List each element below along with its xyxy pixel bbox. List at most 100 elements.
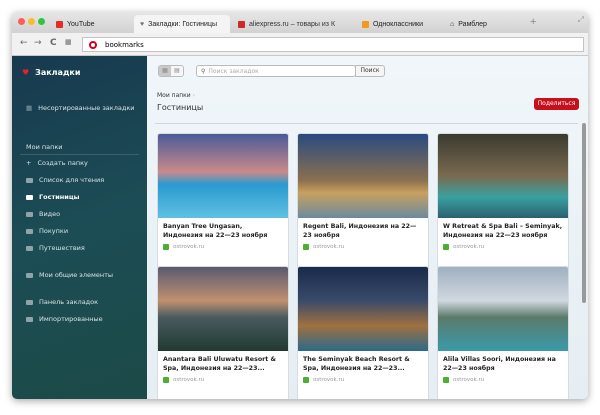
label: Панель закладок xyxy=(39,298,99,306)
folder-icon xyxy=(26,272,33,278)
close-button[interactable] xyxy=(18,18,25,25)
sidebar-item-shopping[interactable]: Покупки xyxy=(26,227,68,235)
grid-view-button[interactable]: ▦ xyxy=(159,66,171,76)
tab-bar: YouTube ♥ Закладки: Гостиницы aliexpress.… xyxy=(12,12,588,33)
my-folders-heading: Мои папки xyxy=(26,143,63,151)
address-bar[interactable]: bookmarks xyxy=(82,37,584,52)
folder-icon xyxy=(26,211,33,217)
label: Мои папки xyxy=(26,143,63,151)
sidebar-item-reading-list[interactable]: Список для чтения xyxy=(26,176,104,184)
breadcrumb[interactable]: Мои папки › xyxy=(157,92,195,99)
sidebar-item-unsorted[interactable]: ▦ Несортированные закладки xyxy=(26,104,135,112)
window-controls xyxy=(18,18,45,25)
tab-label: Рамблер xyxy=(458,20,487,28)
sidebar-item-imported[interactable]: Импортированные xyxy=(26,315,103,323)
home-icon: ⌂ xyxy=(450,20,455,28)
bookmark-card[interactable]: W Retreat & Spa Bali – Seminyak, Индонез… xyxy=(437,133,569,276)
folder-icon xyxy=(26,177,33,183)
new-tab-button[interactable]: + xyxy=(530,16,536,28)
folder-icon xyxy=(26,299,33,305)
source-text: ostrovok.ru xyxy=(173,377,205,383)
tab-rambler[interactable]: ⌂ Рамблер xyxy=(444,15,520,33)
label: Покупки xyxy=(39,227,69,235)
chevron-right-icon: › xyxy=(192,92,196,99)
youtube-icon xyxy=(56,20,63,28)
thumbnail xyxy=(438,134,568,218)
tab-label: aliexpress.ru – товары из К xyxy=(249,20,336,28)
tab-label: Одноклассники xyxy=(373,20,424,28)
breadcrumb-my-folders[interactable]: Мои папки xyxy=(157,92,191,99)
forward-button[interactable]: → xyxy=(34,38,42,48)
plus-icon: + xyxy=(26,159,32,167)
tab-label: YouTube xyxy=(67,20,95,28)
card-source: ostrovok.ru xyxy=(298,241,428,253)
tab-youtube[interactable]: YouTube xyxy=(50,15,134,33)
search-button[interactable]: Поиск xyxy=(355,65,385,77)
share-button[interactable]: Поделиться xyxy=(534,98,579,110)
search-icon: ⚲ xyxy=(201,67,206,75)
label: Несортированные закладки xyxy=(38,104,135,112)
minimize-button[interactable] xyxy=(28,18,35,25)
search-placeholder: Поиск закладок xyxy=(208,67,259,75)
sidebar: ♥ Закладки ▦ Несортированные закладки Мои … xyxy=(12,56,147,399)
zoom-button[interactable] xyxy=(38,18,45,25)
ostrovok-icon xyxy=(163,377,169,383)
page-title: Гостиницы xyxy=(157,103,204,112)
thumbnail xyxy=(438,267,568,351)
list-view-button[interactable]: ▤ xyxy=(171,66,183,76)
card-source: ostrovok.ru xyxy=(158,241,288,253)
bookmark-card[interactable]: Anantara Bali Uluwatu Resort & Spa, Индо… xyxy=(157,266,289,399)
sidebar-title: ♥ Закладки xyxy=(22,68,80,77)
folder-icon xyxy=(26,194,33,200)
card-title: W Retreat & Spa Bali – Seminyak, Индонез… xyxy=(443,223,563,239)
card-title: Alila Villas Soori, Индонезия на 22—23 н… xyxy=(443,356,556,372)
ostrovok-icon xyxy=(443,377,449,383)
card-source: ostrovok.ru xyxy=(298,374,428,386)
scrollbar[interactable] xyxy=(582,123,586,303)
reload-button[interactable]: C xyxy=(50,38,57,48)
sidebar-item-hotels[interactable]: Гостиницы xyxy=(26,193,80,201)
sidebar-item-bookmarks-bar[interactable]: Панель закладок xyxy=(26,298,98,306)
label: Импортированные xyxy=(39,315,103,323)
card-title: Anantara Bali Uluwatu Resort & Spa, Индо… xyxy=(163,356,276,372)
browser-window: YouTube ♥ Закладки: Гостиницы aliexpress.… xyxy=(12,12,588,399)
tab-odnoklassniki[interactable]: Одноклассники xyxy=(356,15,440,33)
card-title: Banyan Tree Ungasan, Индонезия на 22—23 … xyxy=(163,223,268,239)
opera-icon xyxy=(89,40,97,49)
heart-icon: ♥ xyxy=(140,20,145,28)
folder-icon xyxy=(26,245,33,251)
speed-dial-icon[interactable]: ▦ xyxy=(65,38,72,46)
source-text: ostrovok.ru xyxy=(313,244,345,250)
bookmark-card[interactable]: Alila Villas Soori, Индонезия на 22—23 н… xyxy=(437,266,569,399)
bookmark-card[interactable]: Banyan Tree Ungasan, Индонезия на 22—23 … xyxy=(157,133,289,276)
card-title: Regent Bali, Индонезия на 22—23 ноября xyxy=(303,223,417,239)
thumbnail xyxy=(158,134,288,218)
bookmark-card[interactable]: The Seminyak Beach Resort & Spa, Индонез… xyxy=(297,266,429,399)
back-button[interactable]: ← xyxy=(20,38,28,48)
view-toggle: ▦ ▤ xyxy=(158,65,184,77)
sidebar-item-travel[interactable]: Путешествия xyxy=(26,244,85,252)
folder-icon xyxy=(26,228,33,234)
sidebar-item-shared[interactable]: Мои общие элементы xyxy=(26,271,113,279)
card-title: The Seminyak Beach Resort & Spa, Индонез… xyxy=(303,356,410,372)
label: Гостиницы xyxy=(39,193,80,201)
bookmark-card[interactable]: Regent Bali, Индонезия на 22—23 ноября os… xyxy=(297,133,429,276)
ostrovok-icon xyxy=(443,244,449,250)
label: Путешествия xyxy=(39,244,85,252)
sidebar-title-text: Закладки xyxy=(35,68,81,77)
main-content: ▦ ▤ ⚲ Поиск закладок Поиск Мои папки › Гос… xyxy=(147,56,588,399)
odnoklassniki-icon xyxy=(362,20,369,28)
search-input[interactable]: ⚲ Поиск закладок xyxy=(196,65,356,77)
address-text: bookmarks xyxy=(105,40,144,49)
ostrovok-icon xyxy=(303,377,309,383)
divider xyxy=(155,123,578,124)
aliexpress-icon xyxy=(238,20,245,28)
tab-bookmarks[interactable]: ♥ Закладки: Гостиницы xyxy=(134,15,230,33)
tab-aliexpress[interactable]: aliexpress.ru – товары из К xyxy=(232,15,354,33)
fullscreen-icon[interactable]: ⤢ xyxy=(578,15,584,25)
sidebar-item-video[interactable]: Видео xyxy=(26,210,60,218)
create-folder-button[interactable]: + Создать папку xyxy=(26,159,88,167)
thumbnail xyxy=(298,134,428,218)
thumbnail xyxy=(158,267,288,351)
tab-label: Закладки: Гостиницы xyxy=(148,20,217,28)
